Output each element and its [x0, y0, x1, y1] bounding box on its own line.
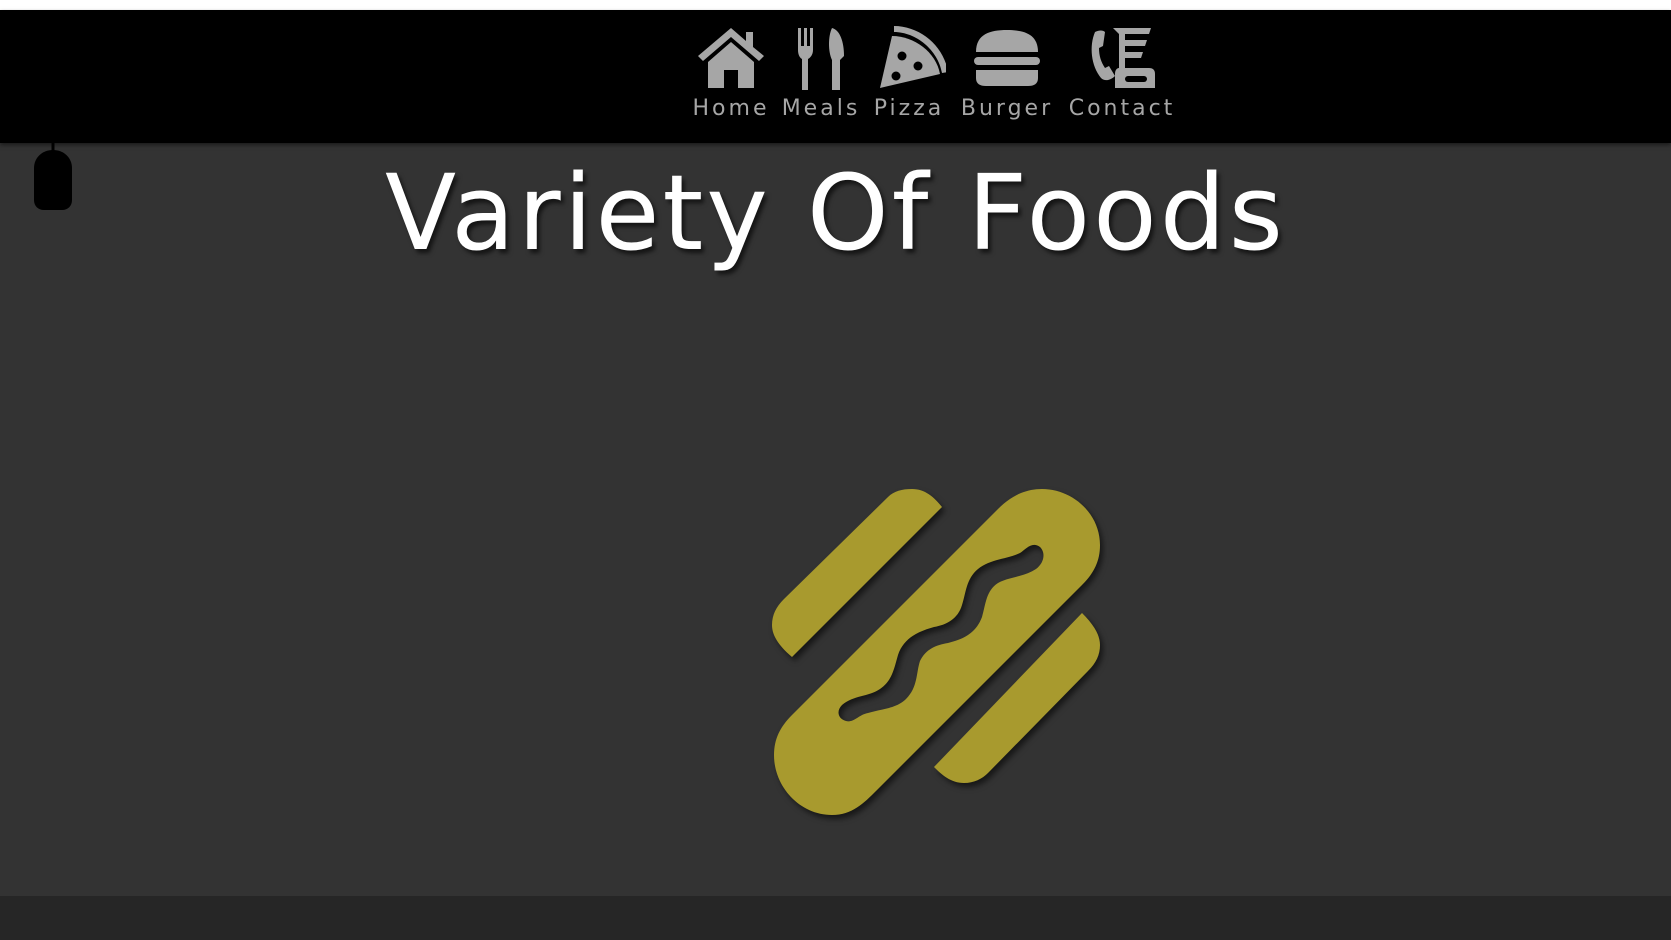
nav-label: Burger — [960, 96, 1054, 121]
nav-label: Home — [692, 96, 770, 121]
top-strip — [0, 0, 1671, 10]
nav-item-home[interactable]: Home — [686, 22, 776, 121]
hotdog-icon — [772, 489, 1100, 815]
nav-label: Pizza — [873, 96, 945, 121]
home-icon — [698, 28, 764, 88]
nav-item-burger[interactable]: Burger — [952, 22, 1062, 121]
nav-item-meals[interactable]: Meals — [776, 22, 866, 121]
burger-icon — [974, 30, 1040, 86]
nav-item-contact[interactable]: Contact — [1062, 22, 1182, 121]
navbar: Home Meals Pizza Burger Contact — [0, 10, 1671, 143]
nav-menu: Home Meals Pizza Burger Contact — [686, 22, 1182, 121]
nav-label: Contact — [1068, 96, 1176, 121]
nav-label: Meals — [781, 96, 861, 121]
nav-item-pizza[interactable]: Pizza — [866, 22, 952, 121]
footer-bar — [0, 896, 1671, 940]
utensils-icon — [798, 28, 844, 90]
phone-fax-icon — [1091, 28, 1155, 88]
hero-title: Variety Of Foods — [385, 152, 1286, 274]
pizza-slice-icon — [880, 26, 946, 88]
